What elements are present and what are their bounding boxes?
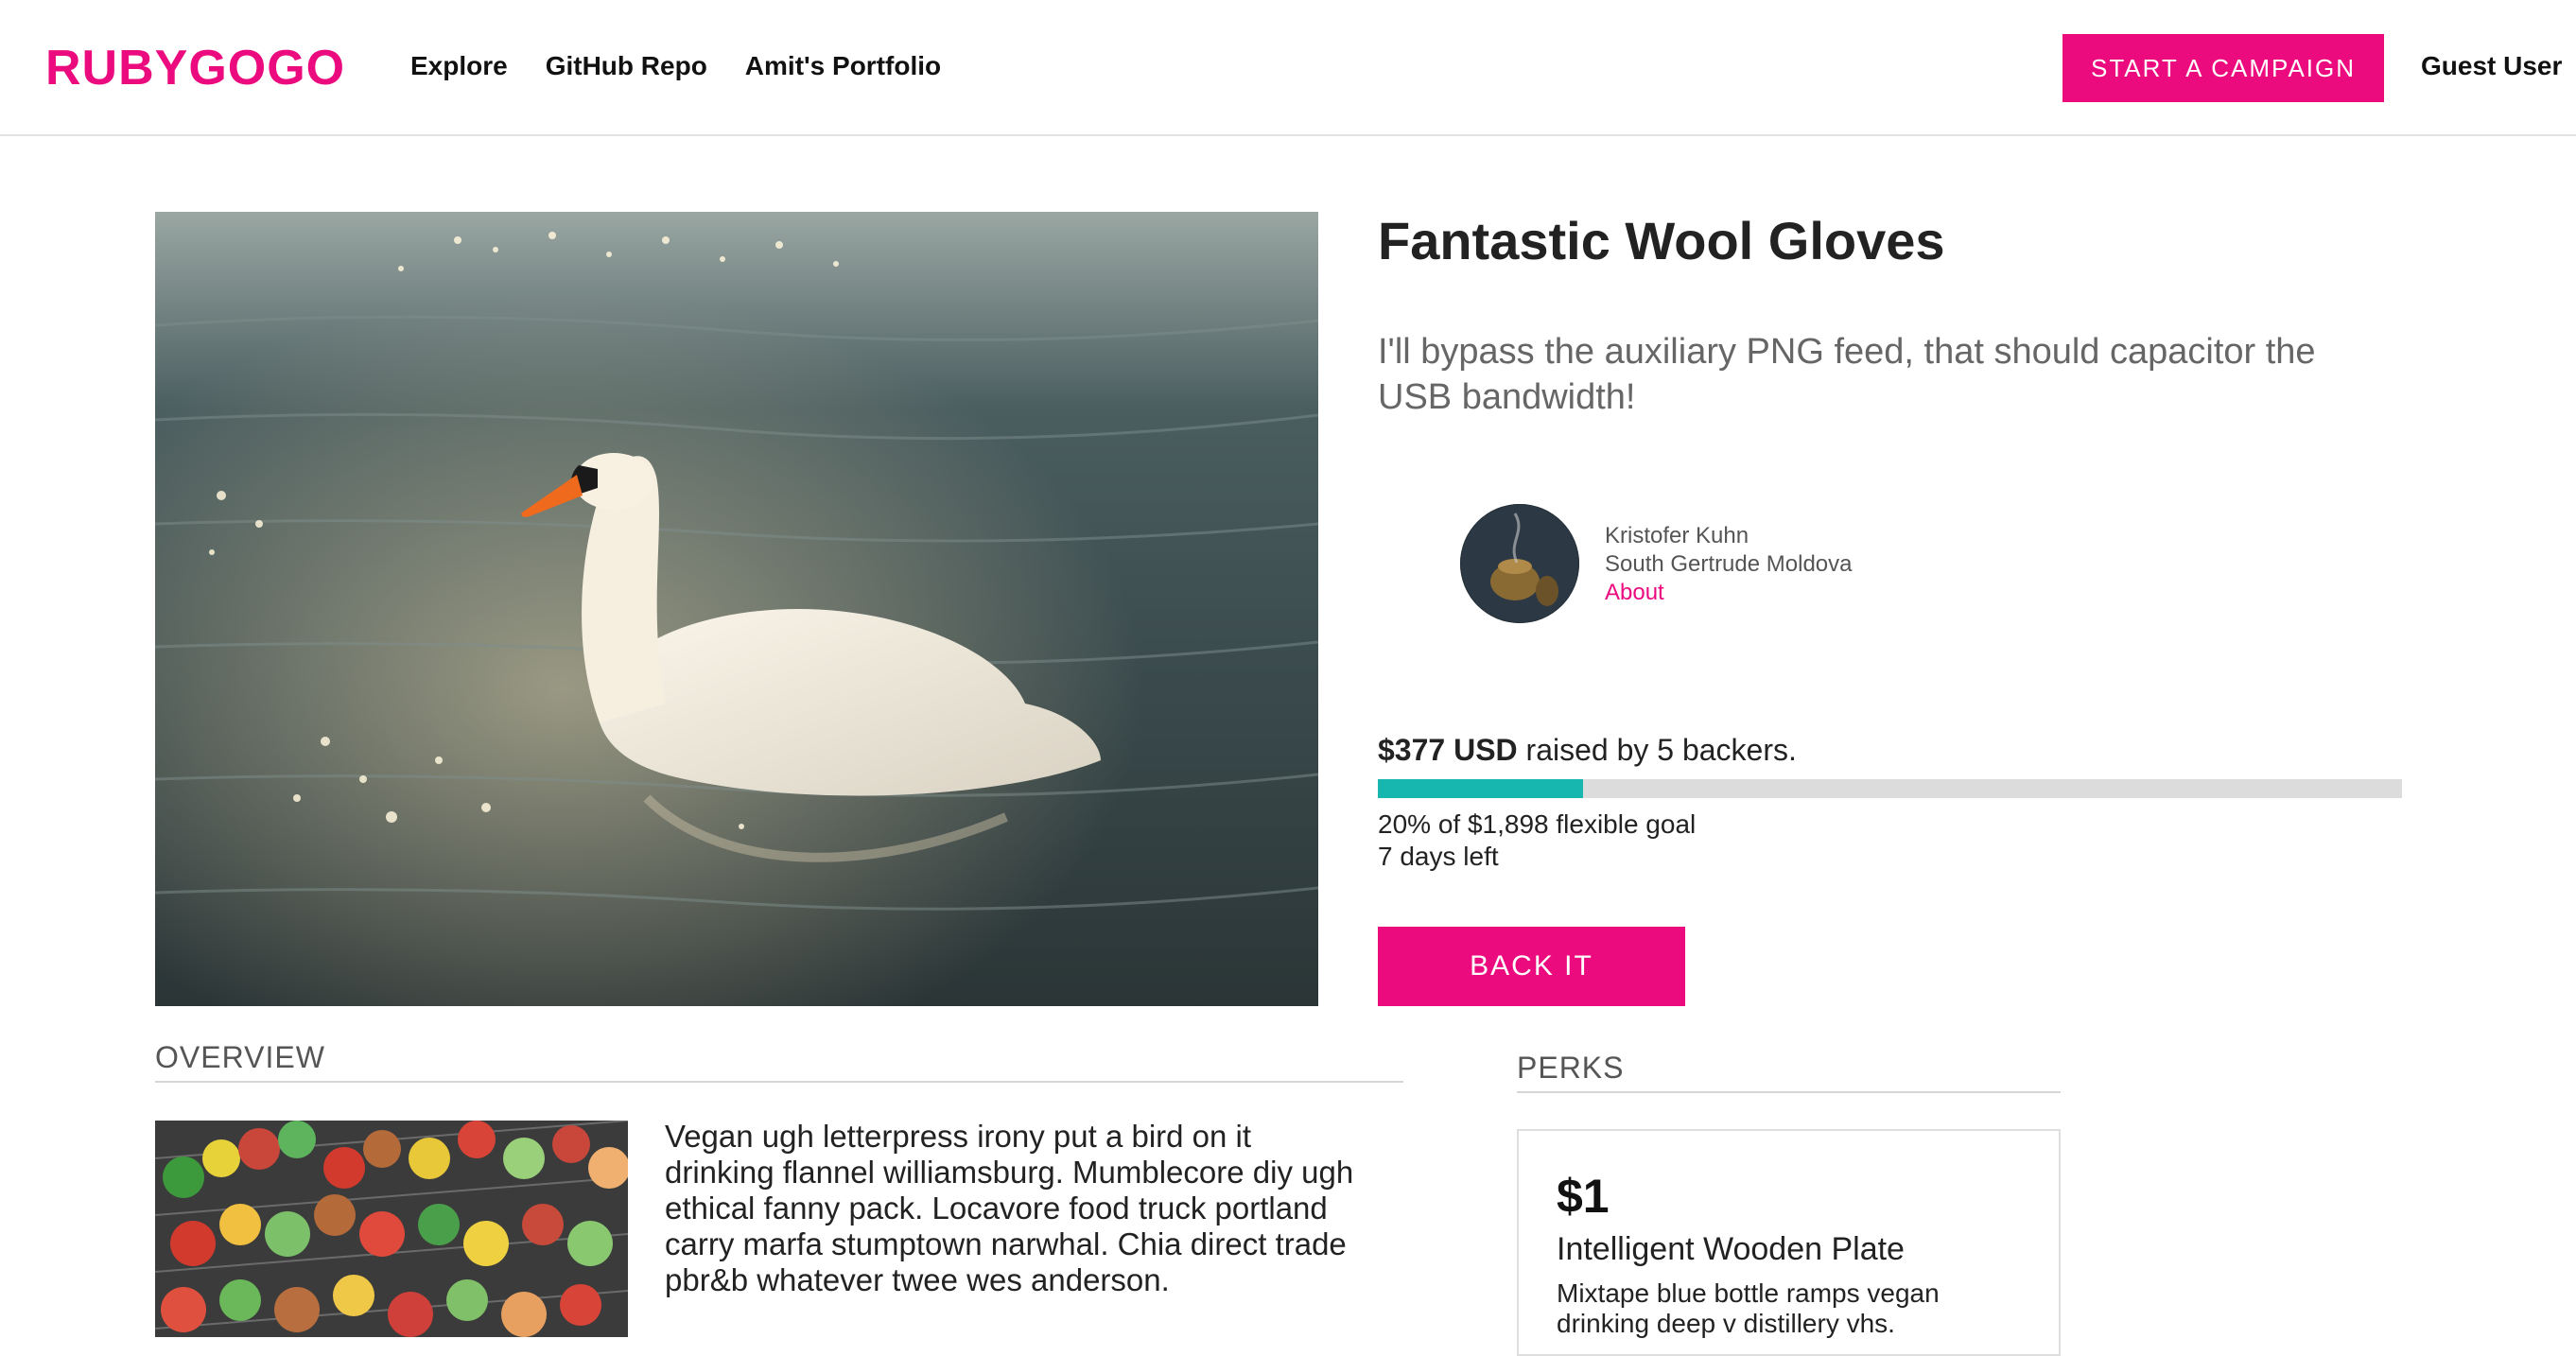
top-nav-bar: RUBYGOGO Explore GitHub Repo Amit's Port… (0, 0, 2576, 136)
nav-portfolio-link[interactable]: Amit's Portfolio (745, 51, 941, 81)
campaign-hero-image (155, 212, 1318, 1006)
logo[interactable]: RUBYGOGO (45, 40, 345, 96)
avatar-image (1460, 504, 1579, 623)
funding-progress-fill (1378, 779, 1583, 798)
campaign-blurb: I'll bypass the auxiliary PNG feed, that… (1378, 332, 2316, 417)
swan-illustration (155, 212, 1318, 1006)
creator-location: South Gertrude Moldova (1605, 551, 1853, 577)
creator-info: Kristofer Kuhn South Gertrude Moldova Ab… (1605, 522, 1852, 607)
start-campaign-button[interactable]: START A CAMPAIGN (2063, 34, 2384, 102)
funding-progress-bar (1378, 779, 2402, 798)
raised-text: raised by 5 backers. (1525, 733, 1797, 767)
creator-name: Kristofer Kuhn (1605, 523, 1749, 548)
funding-goal: 20% of $1,898 flexible goal 7 days left (1378, 808, 1696, 873)
campaign-title: Fantastic Wool Gloves (1378, 211, 1945, 270)
days-left: 7 days left (1378, 842, 1499, 871)
perk-description: Mixtape blue bottle ramps vegan drinking… (1557, 1278, 1940, 1338)
perks-heading: PERKS (1517, 1051, 2061, 1093)
creator-about-link[interactable]: About (1605, 579, 1852, 607)
back-it-button[interactable]: BACK IT (1378, 927, 1685, 1006)
perk-name: Intelligent Wooden Plate (1557, 1231, 1905, 1267)
main-nav: Explore GitHub Repo Amit's Portfolio (410, 51, 941, 81)
user-menu[interactable]: Guest User (2421, 51, 2562, 81)
nav-explore-link[interactable]: Explore (410, 51, 508, 81)
nav-github-link[interactable]: GitHub Repo (546, 51, 707, 81)
raised-amount: $377 USD (1378, 733, 1518, 767)
goal-text: 20% of $1,898 flexible goal (1378, 809, 1697, 839)
overview-heading: OVERVIEW (155, 1040, 1403, 1083)
raised-summary: $377 USD raised by 5 backers. (1378, 733, 1797, 768)
overview-image (155, 1121, 628, 1337)
perk-price: $1 (1557, 1170, 1610, 1223)
perk-card[interactable]: $1 Intelligent Wooden Plate Mixtape blue… (1517, 1129, 2061, 1356)
creator-avatar[interactable] (1460, 504, 1579, 623)
kebab-illustration (155, 1121, 628, 1337)
overview-text: Vegan ugh letterpress irony put a bird o… (665, 1119, 1354, 1297)
